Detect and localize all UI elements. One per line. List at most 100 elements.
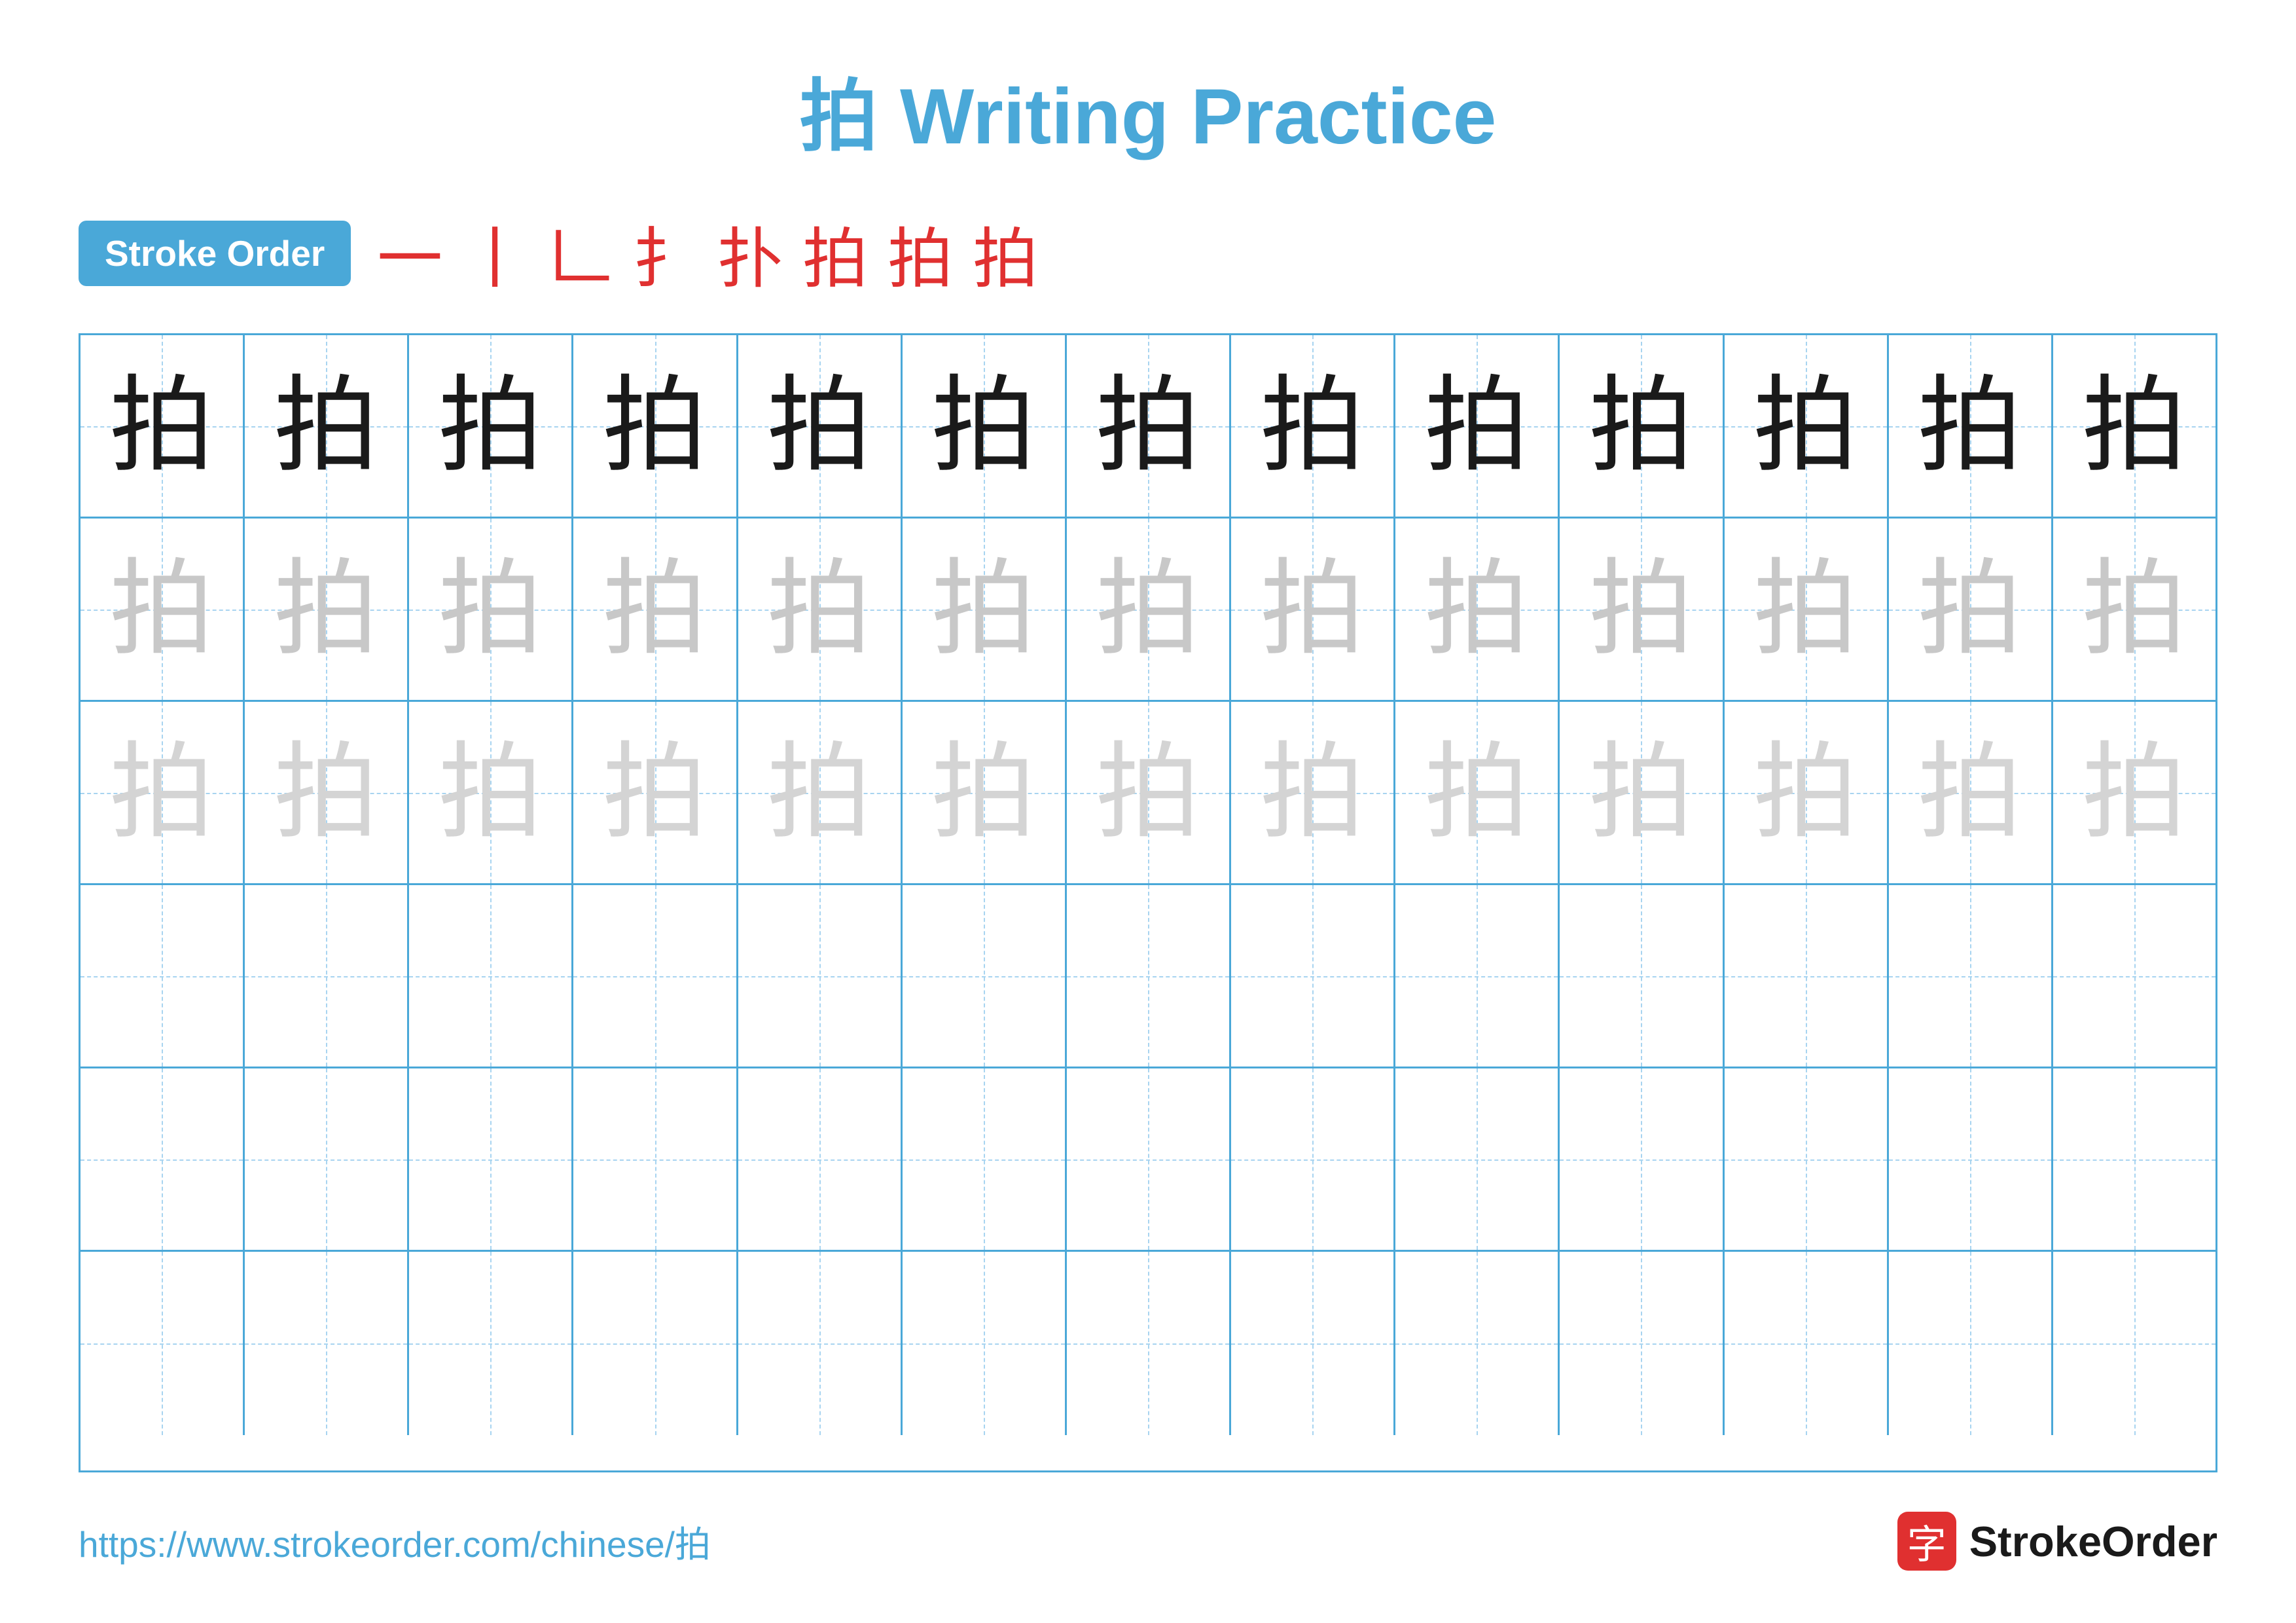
grid-cell-2-7[interactable]: 拍 <box>1067 519 1231 700</box>
grid-cell-1-10[interactable]: 拍 <box>1560 335 1724 517</box>
grid-cell-4-5[interactable] <box>738 885 903 1067</box>
grid-cell-3-10[interactable]: 拍 <box>1560 702 1724 883</box>
stroke-3: 𠃊 <box>547 206 613 301</box>
grid-cell-5-13[interactable] <box>2053 1068 2215 1250</box>
footer: https://www.strokeorder.com/chinese/拍 字 … <box>79 1512 2217 1571</box>
grid-cell-5-7[interactable] <box>1067 1068 1231 1250</box>
grid-cell-2-4[interactable]: 拍 <box>573 519 738 700</box>
grid-cell-1-2[interactable]: 拍 <box>245 335 409 517</box>
grid-cell-2-9[interactable]: 拍 <box>1395 519 1560 700</box>
grid-cell-4-1[interactable] <box>81 885 245 1067</box>
stroke-4: 扌 <box>632 206 698 301</box>
grid-cell-6-3[interactable] <box>409 1252 573 1435</box>
grid-cell-6-9[interactable] <box>1395 1252 1560 1435</box>
grid-cell-3-11[interactable]: 拍 <box>1725 702 1889 883</box>
grid-cell-3-9[interactable]: 拍 <box>1395 702 1560 883</box>
grid-cell-5-11[interactable] <box>1725 1068 1889 1250</box>
stroke-sequence: 一 丨 𠃊 扌 扑 拍 拍 拍 <box>377 206 1038 301</box>
grid-cell-3-6[interactable]: 拍 <box>903 702 1067 883</box>
grid-cell-1-11[interactable]: 拍 <box>1725 335 1889 517</box>
grid-cell-3-3[interactable]: 拍 <box>409 702 573 883</box>
grid-cell-1-13[interactable]: 拍 <box>2053 335 2215 517</box>
grid-cell-6-12[interactable] <box>1889 1252 2053 1435</box>
grid-cell-5-8[interactable] <box>1231 1068 1395 1250</box>
grid-cell-4-6[interactable] <box>903 885 1067 1067</box>
grid-cell-4-4[interactable] <box>573 885 738 1067</box>
practice-grid: 拍 拍 拍 拍 拍 拍 拍 拍 拍 拍 拍 拍 拍 拍 拍 拍 拍 拍 拍 拍 … <box>79 333 2217 1472</box>
grid-cell-6-2[interactable] <box>245 1252 409 1435</box>
grid-cell-6-8[interactable] <box>1231 1252 1395 1435</box>
grid-cell-6-1[interactable] <box>81 1252 245 1435</box>
grid-cell-4-2[interactable] <box>245 885 409 1067</box>
grid-cell-1-9[interactable]: 拍 <box>1395 335 1560 517</box>
grid-cell-5-9[interactable] <box>1395 1068 1560 1250</box>
grid-cell-3-5[interactable]: 拍 <box>738 702 903 883</box>
grid-cell-2-13[interactable]: 拍 <box>2053 519 2215 700</box>
stroke-order-section: Stroke Order 一 丨 𠃊 扌 扑 拍 拍 拍 <box>79 206 2217 301</box>
grid-cell-3-7[interactable]: 拍 <box>1067 702 1231 883</box>
char-main: 拍 <box>109 374 214 479</box>
grid-cell-1-3[interactable]: 拍 <box>409 335 573 517</box>
grid-row-5 <box>81 1068 2215 1252</box>
grid-cell-6-13[interactable] <box>2053 1252 2215 1435</box>
grid-cell-1-4[interactable]: 拍 <box>573 335 738 517</box>
stroke-5: 扑 <box>717 206 783 301</box>
grid-cell-6-10[interactable] <box>1560 1252 1724 1435</box>
grid-cell-2-8[interactable]: 拍 <box>1231 519 1395 700</box>
grid-cell-5-1[interactable] <box>81 1068 245 1250</box>
grid-cell-1-12[interactable]: 拍 <box>1889 335 2053 517</box>
grid-cell-6-6[interactable] <box>903 1252 1067 1435</box>
footer-url[interactable]: https://www.strokeorder.com/chinese/拍 <box>79 1515 711 1567</box>
grid-cell-2-2[interactable]: 拍 <box>245 519 409 700</box>
grid-cell-4-10[interactable] <box>1560 885 1724 1067</box>
grid-cell-5-5[interactable] <box>738 1068 903 1250</box>
grid-cell-1-7[interactable]: 拍 <box>1067 335 1231 517</box>
grid-cell-2-3[interactable]: 拍 <box>409 519 573 700</box>
grid-cell-2-6[interactable]: 拍 <box>903 519 1067 700</box>
grid-cell-5-3[interactable] <box>409 1068 573 1250</box>
grid-cell-6-5[interactable] <box>738 1252 903 1435</box>
grid-row-4 <box>81 885 2215 1068</box>
grid-cell-4-9[interactable] <box>1395 885 1560 1067</box>
grid-cell-5-12[interactable] <box>1889 1068 2053 1250</box>
grid-cell-1-5[interactable]: 拍 <box>738 335 903 517</box>
grid-cell-2-5[interactable]: 拍 <box>738 519 903 700</box>
grid-row-2: 拍 拍 拍 拍 拍 拍 拍 拍 拍 拍 拍 拍 拍 <box>81 519 2215 702</box>
grid-cell-4-13[interactable] <box>2053 885 2215 1067</box>
grid-cell-3-12[interactable]: 拍 <box>1889 702 2053 883</box>
grid-cell-5-4[interactable] <box>573 1068 738 1250</box>
grid-cell-3-1[interactable]: 拍 <box>81 702 245 883</box>
grid-cell-1-1[interactable]: 拍 <box>81 335 245 517</box>
grid-cell-2-12[interactable]: 拍 <box>1889 519 2053 700</box>
grid-cell-3-2[interactable]: 拍 <box>245 702 409 883</box>
grid-cell-4-7[interactable] <box>1067 885 1231 1067</box>
grid-cell-6-4[interactable] <box>573 1252 738 1435</box>
grid-cell-4-3[interactable] <box>409 885 573 1067</box>
grid-cell-5-10[interactable] <box>1560 1068 1724 1250</box>
stroke-order-badge: Stroke Order <box>79 221 351 286</box>
stroke-7: 拍 <box>888 206 953 301</box>
strokeorder-logo-icon: 字 <box>1897 1512 1956 1571</box>
stroke-1: 一 <box>377 206 442 301</box>
grid-row-6 <box>81 1252 2215 1435</box>
grid-cell-4-11[interactable] <box>1725 885 1889 1067</box>
grid-cell-2-1[interactable]: 拍 <box>81 519 245 700</box>
grid-cell-5-2[interactable] <box>245 1068 409 1250</box>
grid-cell-4-12[interactable] <box>1889 885 2053 1067</box>
grid-cell-6-11[interactable] <box>1725 1252 1889 1435</box>
footer-logo: 字 StrokeOrder <box>1897 1512 2217 1571</box>
grid-cell-3-4[interactable]: 拍 <box>573 702 738 883</box>
page-title: 拍 Writing Practice <box>79 52 2217 166</box>
grid-cell-3-8[interactable]: 拍 <box>1231 702 1395 883</box>
grid-cell-1-8[interactable]: 拍 <box>1231 335 1395 517</box>
footer-logo-text: StrokeOrder <box>1969 1517 2217 1566</box>
grid-cell-3-13[interactable]: 拍 <box>2053 702 2215 883</box>
grid-cell-5-6[interactable] <box>903 1068 1067 1250</box>
grid-cell-2-11[interactable]: 拍 <box>1725 519 1889 700</box>
grid-cell-2-10[interactable]: 拍 <box>1560 519 1724 700</box>
grid-row-3: 拍 拍 拍 拍 拍 拍 拍 拍 拍 拍 拍 拍 拍 <box>81 702 2215 885</box>
grid-cell-1-6[interactable]: 拍 <box>903 335 1067 517</box>
grid-row-1: 拍 拍 拍 拍 拍 拍 拍 拍 拍 拍 拍 拍 拍 <box>81 335 2215 519</box>
grid-cell-4-8[interactable] <box>1231 885 1395 1067</box>
grid-cell-6-7[interactable] <box>1067 1252 1231 1435</box>
